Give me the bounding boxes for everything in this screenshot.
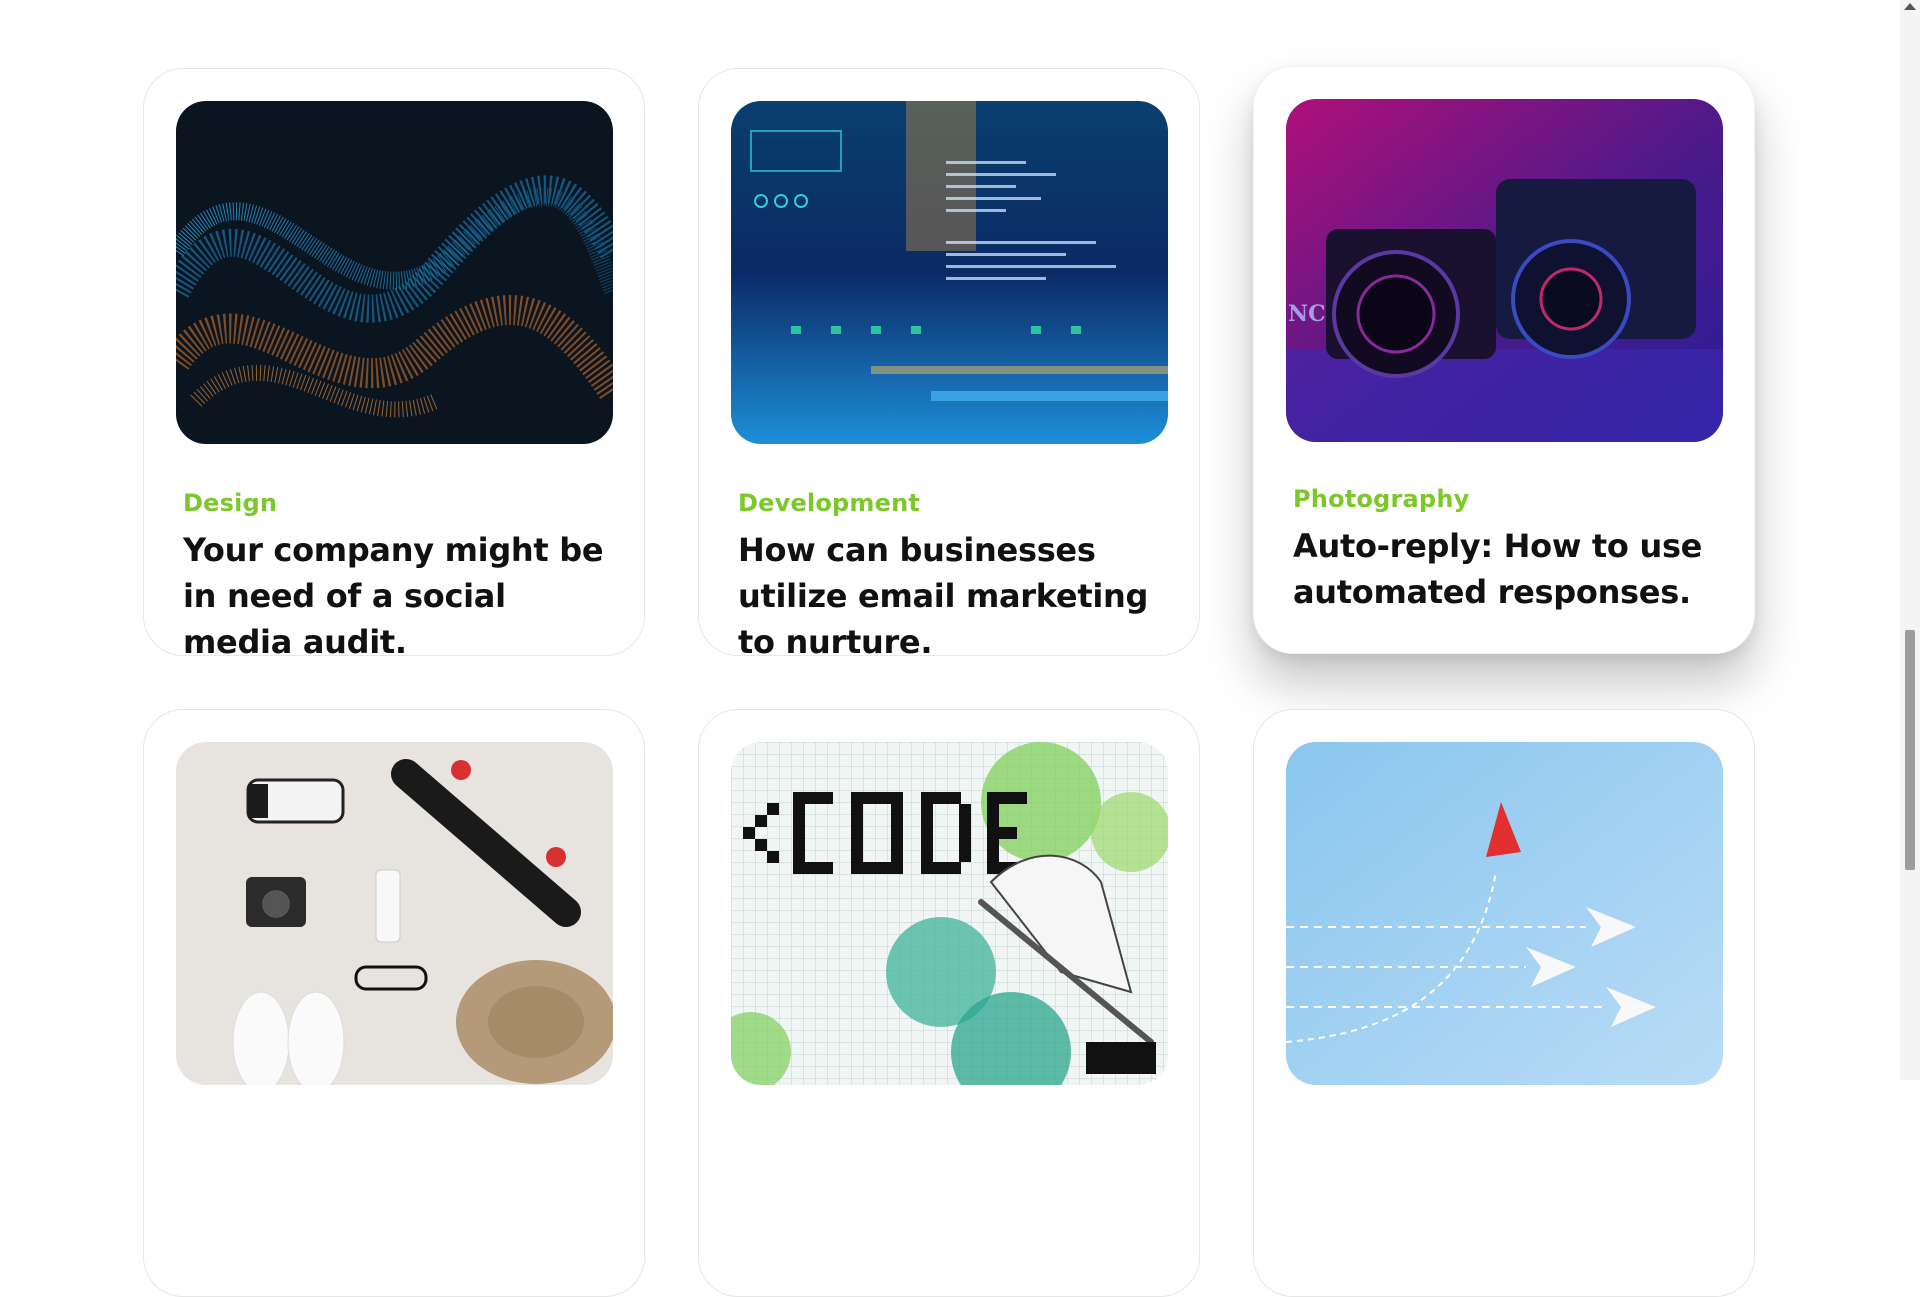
card-category[interactable]: Photography: [1293, 485, 1469, 513]
paper-planes-image[interactable]: [1286, 742, 1723, 1085]
scroll-up-arrow-icon[interactable]: [1904, 3, 1916, 10]
scrollbar-thumb[interactable]: [1905, 630, 1915, 870]
blog-card-5[interactable]: [698, 709, 1200, 1297]
svg-text:NC: NC: [1288, 301, 1326, 327]
card-title[interactable]: Your company might be in need of a socia…: [183, 527, 623, 655]
particle-wave-image[interactable]: [176, 101, 613, 444]
card-title[interactable]: Auto-reply: How to use automated respons…: [1293, 523, 1733, 615]
code-drawing-image[interactable]: [731, 742, 1168, 1085]
blog-card-6[interactable]: [1253, 709, 1755, 1297]
blog-card-grid: Design Your company might be in need of …: [0, 0, 1900, 1297]
code-screen-image[interactable]: [731, 101, 1168, 444]
card-category[interactable]: Development: [738, 489, 920, 517]
blog-card-development[interactable]: Development How can businesses utilize e…: [698, 68, 1200, 656]
blog-card-design[interactable]: Design Your company might be in need of …: [143, 68, 645, 656]
blog-card-4[interactable]: [143, 709, 645, 1297]
card-title[interactable]: How can businesses utilize email marketi…: [738, 527, 1178, 655]
flatlay-image[interactable]: [176, 742, 613, 1085]
page-scrollbar[interactable]: [1900, 0, 1920, 1080]
card-category[interactable]: Design: [183, 489, 277, 517]
cameras-image[interactable]: NC: [1286, 99, 1723, 442]
blog-card-photography[interactable]: NC Photography Auto-reply: How to use au…: [1253, 66, 1755, 654]
